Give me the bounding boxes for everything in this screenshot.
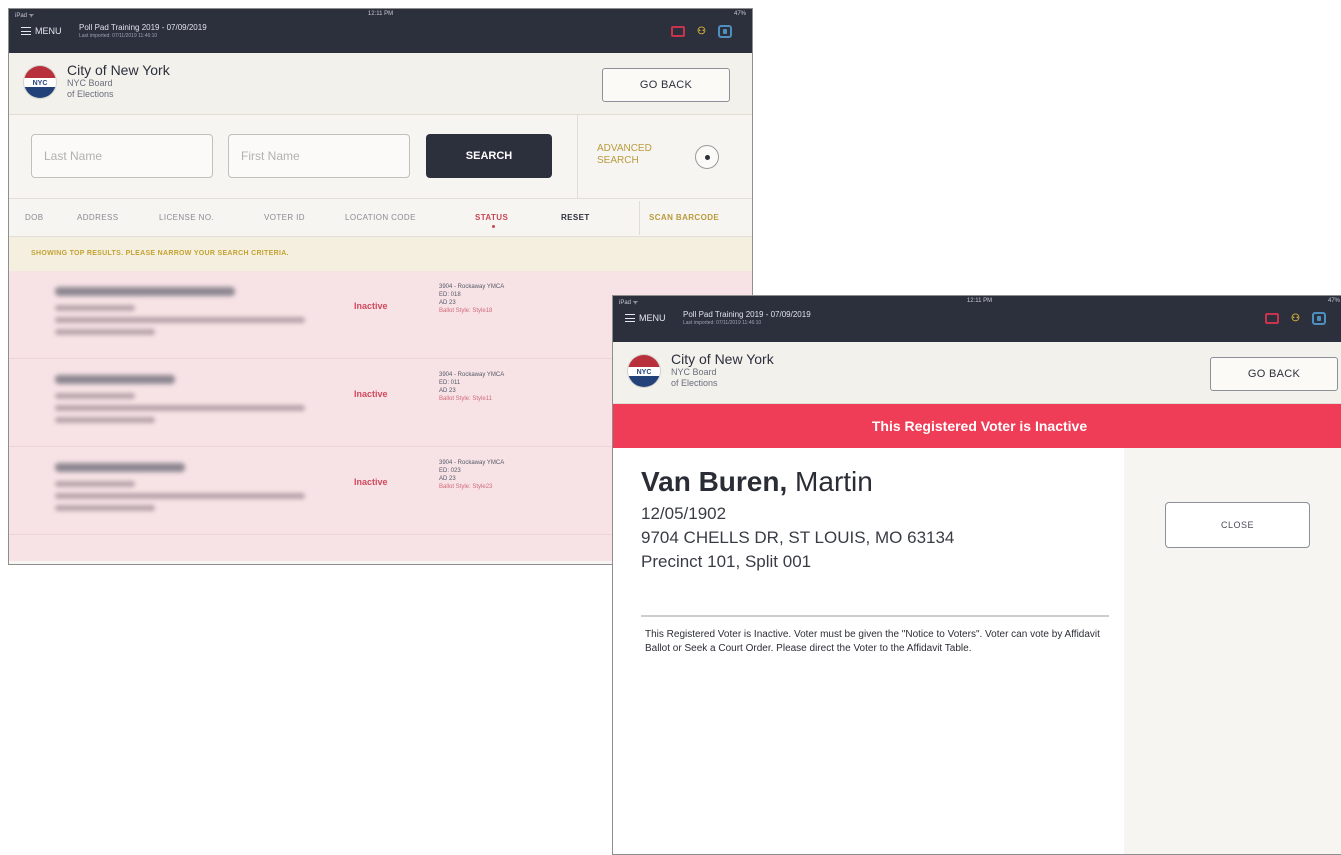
ballot-style: Ballot Style: Style11 (439, 396, 492, 402)
advanced-search-toggle[interactable] (695, 145, 719, 169)
first-name-input[interactable]: First Name (228, 134, 410, 178)
top-icons: ⚇ (671, 25, 732, 38)
organization: City of New York NYC Board of Elections (67, 62, 170, 100)
nyc-vote-logo: NYC (23, 65, 57, 99)
voter-name: Van Buren, Martin (641, 466, 873, 498)
training-info: Poll Pad Training 2019 - 07/09/2019 Last… (683, 310, 811, 326)
location-info: 3904 - Rockaway YMCA ED: 023 AD 23 Ballo… (439, 459, 504, 491)
carrier: iPad ᯤ (15, 13, 35, 19)
clock: 12:11 PM (966, 298, 993, 304)
users-icon[interactable]: ⚇ (697, 26, 706, 37)
divider (577, 115, 578, 199)
training-subtitle: Last imported: 07/11/2019 11:46:10 (683, 320, 762, 326)
advanced-line-1: ADVANCED (597, 143, 652, 154)
menu-button[interactable]: MENU (625, 313, 666, 323)
status-badge: Inactive (354, 477, 388, 487)
go-back-button[interactable]: GO BACK (602, 68, 730, 102)
ed: ED: 011 (439, 380, 461, 386)
advanced-search-label[interactable]: ADVANCED SEARCH (597, 143, 652, 167)
last-name-input[interactable]: Last Name (31, 134, 213, 178)
tab-voter-id[interactable]: VOTER ID (264, 213, 305, 222)
training-info: Poll Pad Training 2019 - 07/09/2019 Last… (79, 23, 207, 39)
org-title: City of New York (67, 62, 170, 78)
status-badge: Inactive (354, 389, 388, 399)
filter-tabs: DOB ADDRESS LICENSE NO. VOTER ID LOCATIO… (9, 199, 752, 237)
org-subtitle-1: NYC Board (67, 78, 113, 88)
badge-icon[interactable] (718, 25, 732, 38)
menu-icon (625, 314, 635, 322)
close-button[interactable]: CLOSE (1165, 502, 1310, 548)
status-bar: iPad ᯤ 12:11 PM 47% (619, 298, 1340, 307)
battery: 47% (1327, 298, 1340, 304)
users-icon[interactable]: ⚇ (1291, 313, 1300, 324)
reset-button[interactable]: RESET (561, 213, 590, 222)
menu-label: MENU (35, 26, 62, 36)
clock: 12:11 PM (367, 11, 394, 17)
search-button[interactable]: SEARCH (426, 134, 552, 178)
voter-address: 9704 CHELLS DR, ST LOUIS, MO 63134 (641, 528, 955, 547)
location: 3904 - Rockaway YMCA (439, 460, 505, 466)
voter-first-name: Martin (787, 466, 873, 497)
divider (641, 615, 1109, 617)
ed: ED: 018 (439, 292, 461, 298)
divider (639, 201, 640, 235)
ballot-style: Ballot Style: Style18 (439, 308, 493, 314)
results-notice: SHOWING TOP RESULTS. PLEASE NARROW YOUR … (9, 237, 752, 271)
tab-location-code[interactable]: LOCATION CODE (345, 213, 416, 222)
advanced-line-2: SEARCH (597, 155, 639, 166)
menu-icon (21, 27, 31, 35)
inactive-banner: This Registered Voter is Inactive (613, 404, 1341, 448)
voter-dob: 12/05/1902 (641, 504, 727, 523)
inactive-message: This Registered Voter is Inactive. Voter… (645, 629, 1100, 654)
organization: City of New York NYC Board of Elections (671, 351, 774, 389)
training-title: Poll Pad Training 2019 - 07/09/2019 (683, 310, 811, 319)
ad: AD 23 (439, 388, 456, 394)
training-subtitle: Last imported: 07/11/2019 11:46:10 (79, 33, 158, 39)
ballot-style: Ballot Style: Style23 (439, 484, 493, 490)
voter-detail: Van Buren, Martin 12/05/1902 9704 CHELLS… (613, 448, 1341, 854)
nyc-vote-logo: NYC (627, 354, 661, 388)
app-header: NYC City of New York NYC Board of Electi… (613, 342, 1341, 404)
tab-license[interactable]: LICENSE NO. (159, 213, 214, 222)
search-row: Last Name First Name SEARCH ADVANCED SEA… (9, 115, 752, 199)
carrier: iPad ᯤ (619, 300, 639, 306)
ed: ED: 023 (439, 468, 461, 474)
voter-last-name: Van Buren, (641, 466, 788, 497)
printer-icon[interactable] (1265, 313, 1280, 324)
go-back-button[interactable]: GO BACK (1210, 357, 1338, 391)
location: 3904 - Rockaway YMCA (439, 284, 505, 290)
ad: AD 23 (439, 300, 456, 306)
printer-icon[interactable] (671, 26, 686, 37)
tab-address[interactable]: ADDRESS (77, 213, 118, 222)
menu-button[interactable]: MENU (21, 26, 62, 36)
tab-status[interactable]: STATUS (475, 213, 508, 228)
battery: 47% (733, 11, 746, 17)
org-subtitle-1: NYC Board (671, 367, 717, 377)
training-title: Poll Pad Training 2019 - 07/09/2019 (79, 23, 207, 32)
org-subtitle-2: of Elections (671, 378, 718, 388)
top-icons: ⚇ (1265, 312, 1326, 325)
location-info: 3904 - Rockaway YMCA ED: 018 AD 23 Ballo… (439, 283, 504, 315)
ad: AD 23 (439, 476, 456, 482)
scan-barcode-button[interactable]: SCAN BARCODE (649, 213, 719, 222)
voter-detail-screen: iPad ᯤ 12:11 PM 47% MENU Poll Pad Traini… (612, 295, 1341, 855)
location-info: 3904 - Rockaway YMCA ED: 011 AD 23 Ballo… (439, 371, 504, 403)
org-subtitle-2: of Elections (67, 89, 114, 99)
tab-dob[interactable]: DOB (25, 213, 44, 222)
location: 3904 - Rockaway YMCA (439, 372, 505, 378)
menu-label: MENU (639, 313, 666, 323)
status-bar: iPad ᯤ 12:11 PM 47% (15, 11, 746, 20)
app-header: NYC City of New York NYC Board of Electi… (9, 53, 752, 115)
status-badge: Inactive (354, 301, 388, 311)
top-bar: iPad ᯤ 12:11 PM 47% MENU Poll Pad Traini… (9, 9, 752, 53)
voter-info: 12/05/1902 9704 CHELLS DR, ST LOUIS, MO … (641, 502, 954, 574)
voter-precinct: Precinct 101, Split 001 (641, 552, 812, 571)
org-title: City of New York (671, 351, 774, 367)
top-bar: iPad ᯤ 12:11 PM 47% MENU Poll Pad Traini… (613, 296, 1341, 342)
badge-icon[interactable] (1312, 312, 1326, 325)
